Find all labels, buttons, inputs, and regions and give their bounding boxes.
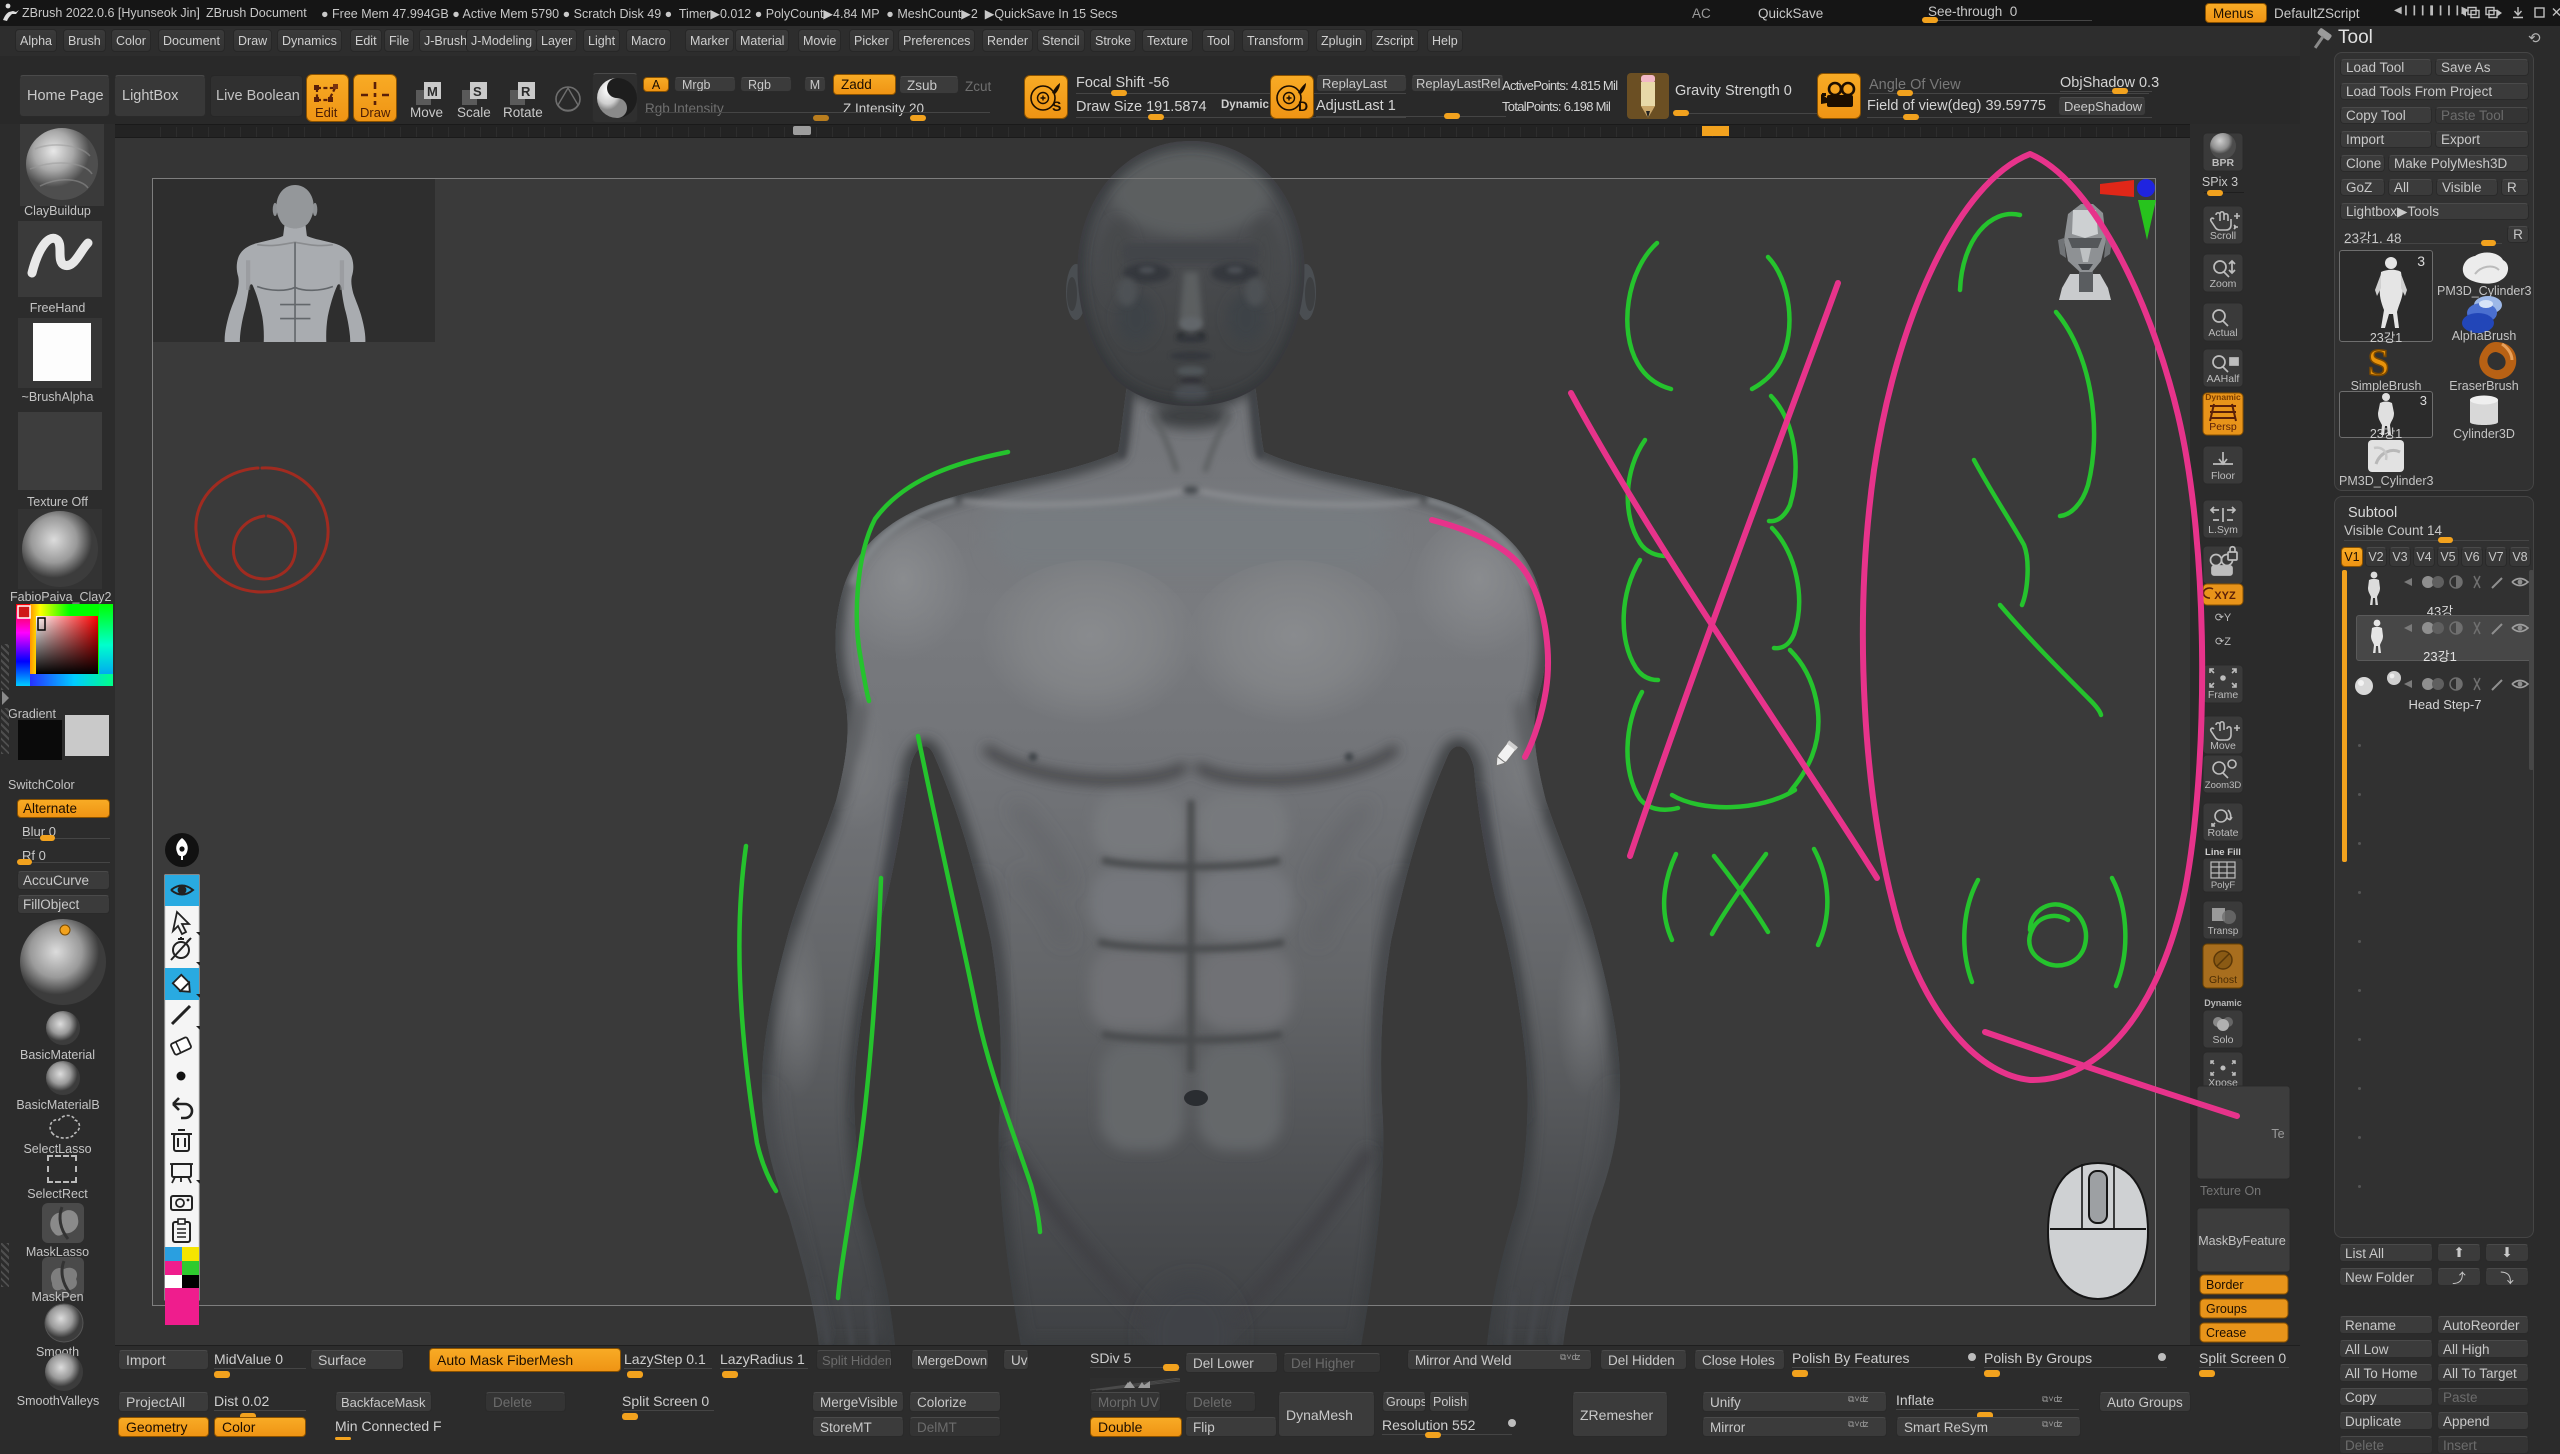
- svg-text:S: S: [1052, 98, 1061, 114]
- svg-text:Scroll: Scroll: [2210, 230, 2236, 242]
- svg-text:Actual: Actual: [2208, 327, 2237, 339]
- svg-text:Dynamic: Dynamic: [2204, 998, 2242, 1008]
- svg-text:S: S: [473, 84, 482, 99]
- svg-text:Draw: Draw: [360, 105, 391, 120]
- svg-text:Ghost: Ghost: [2209, 974, 2237, 986]
- svg-text:M: M: [427, 84, 438, 99]
- svg-text:Transp: Transp: [2208, 926, 2239, 937]
- svg-text:Groups: Groups: [2206, 1302, 2247, 1316]
- svg-text:BPR: BPR: [2212, 157, 2235, 169]
- svg-text:Texture On: Texture On: [2200, 1184, 2261, 1198]
- svg-text:3: 3: [2417, 253, 2425, 269]
- svg-text:L.Sym: L.Sym: [2208, 524, 2238, 536]
- svg-text:Zoom3D: Zoom3D: [2205, 780, 2242, 791]
- svg-text:PolyF: PolyF: [2211, 880, 2235, 891]
- svg-text:Solo: Solo: [2212, 1034, 2233, 1046]
- svg-text:XYZ: XYZ: [2214, 590, 2236, 602]
- svg-text:S: S: [2368, 342, 2389, 382]
- svg-text:⟳Y: ⟳Y: [2215, 612, 2232, 624]
- svg-text:Te: Te: [2271, 1127, 2284, 1141]
- svg-text:R: R: [521, 84, 531, 99]
- svg-text:Edit: Edit: [315, 105, 338, 120]
- svg-text:Zoom: Zoom: [2210, 278, 2237, 290]
- svg-text:SPix 3: SPix 3: [2202, 175, 2238, 189]
- svg-text:AAHalf: AAHalf: [2207, 373, 2240, 385]
- svg-text:Dynamic: Dynamic: [2205, 392, 2241, 402]
- svg-text:Border: Border: [2206, 1278, 2244, 1292]
- svg-text:Floor: Floor: [2211, 470, 2235, 482]
- svg-text:MaskByFeature: MaskByFeature: [2198, 1234, 2286, 1248]
- svg-text:Line Fill: Line Fill: [2205, 847, 2241, 858]
- svg-text:Move: Move: [2210, 740, 2236, 752]
- svg-text:Frame: Frame: [2208, 689, 2238, 701]
- svg-text:Crease: Crease: [2206, 1326, 2246, 1340]
- svg-text:Persp: Persp: [2209, 421, 2237, 433]
- svg-text:Rotate: Rotate: [2208, 827, 2239, 839]
- svg-text:⟳Z: ⟳Z: [2215, 636, 2231, 648]
- svg-text:3: 3: [2420, 393, 2427, 408]
- svg-text:D: D: [1298, 98, 1308, 114]
